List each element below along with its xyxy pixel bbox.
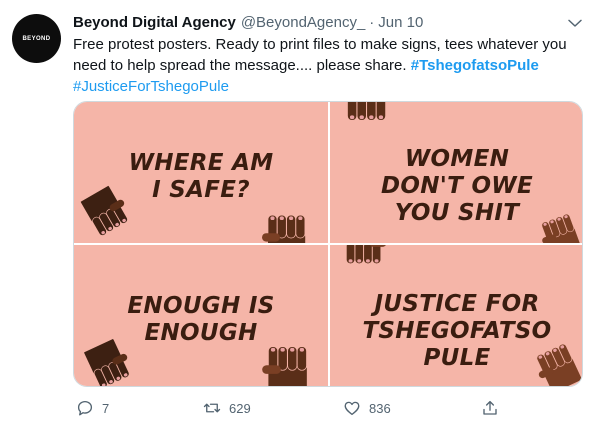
- tweet: BEYOND Beyond Digital Agency @BeyondAgen…: [0, 0, 601, 432]
- share-button[interactable]: [481, 396, 499, 420]
- poster-image[interactable]: WHERE AM I SAFE?: [74, 102, 328, 243]
- raised-fist-icon: [347, 102, 386, 121]
- like-icon: [344, 401, 360, 416]
- reply-icon: [77, 400, 93, 416]
- retweet-count: 629: [229, 400, 251, 416]
- slogan-line: ENOUGH IS: [127, 293, 275, 319]
- avatar-logo-text: BEYOND: [22, 35, 51, 42]
- separator-dot: ·: [369, 13, 375, 31]
- raised-fist-icon: [346, 245, 387, 265]
- retweet-button[interactable]: 629: [203, 396, 251, 420]
- display-name[interactable]: Beyond Digital Agency: [73, 14, 236, 31]
- tweet-header: Beyond Digital Agency @BeyondAgency_ · J…: [73, 12, 423, 32]
- hashtag-link[interactable]: #JusticeForTshegoPule: [73, 78, 229, 95]
- like-count: 836: [369, 400, 391, 416]
- tweet-actions: 7 629 836: [73, 396, 503, 420]
- poster-image[interactable]: WOMEN DON'T OWE YOU SHIT: [330, 102, 582, 243]
- tweet-text: Free protest posters. Ready to print fil…: [73, 34, 583, 97]
- reply-button[interactable]: 7: [76, 396, 109, 420]
- user-handle[interactable]: @BeyondAgency_: [241, 14, 365, 31]
- raised-fist-icon: [262, 214, 306, 243]
- slogan-line: WOMEN: [404, 146, 510, 172]
- like-button[interactable]: 836: [343, 396, 391, 420]
- hashtag-link[interactable]: #TshegofatsoPule: [411, 57, 539, 74]
- tweet-date[interactable]: Jun 10: [378, 14, 423, 31]
- raised-fist-icon: [262, 346, 307, 386]
- share-icon: [483, 400, 497, 415]
- avatar[interactable]: BEYOND: [12, 14, 61, 63]
- poster-image[interactable]: ENOUGH IS ENOUGH: [74, 245, 328, 386]
- retweet-icon: [203, 403, 221, 413]
- poster-image[interactable]: JUSTICE FOR TSHEGOFATSO PULE: [330, 245, 582, 386]
- chevron-down-icon[interactable]: [566, 14, 584, 32]
- reply-count: 7: [102, 400, 110, 416]
- slogan-line: JUSTICE FOR: [374, 291, 540, 317]
- media-grid: WHERE AM I SAFE? WOMEN DON'T OWE YOU SHI…: [73, 101, 583, 387]
- slogan-line: WHERE AM: [128, 150, 274, 176]
- slogan-line: DON'T OWE: [381, 173, 533, 199]
